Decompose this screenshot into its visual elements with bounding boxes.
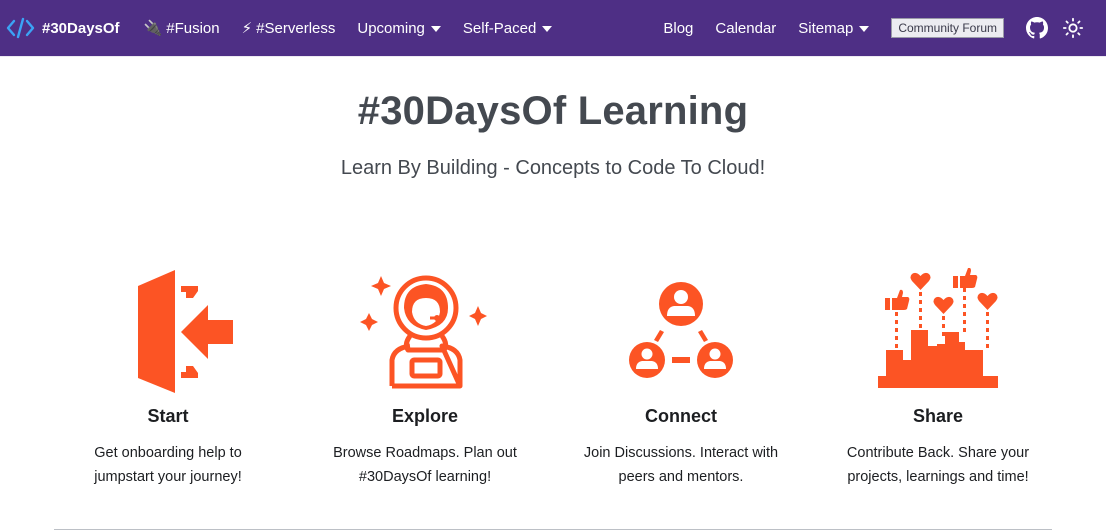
sign-in-door-icon (138, 270, 233, 393)
feature-title: Connect (645, 406, 717, 426)
chevron-down-icon (430, 26, 441, 32)
feature-start: Start Get onboarding help to jumpstart y… (43, 268, 293, 489)
feature-description: Join Discussions. Interact with peers an… (556, 441, 806, 489)
nav-item-blog[interactable]: Blog (663, 20, 693, 37)
social-engagement-icon (878, 268, 998, 388)
feature-desc-line: Contribute Back. Share your (846, 445, 1030, 461)
nav-dropdown-upcoming[interactable]: Upcoming (357, 20, 441, 37)
brand-link[interactable]: #30DaysOf (6, 17, 120, 39)
section-divider (54, 529, 1052, 530)
nav-dropdown-self-paced[interactable]: Self-Paced (462, 19, 553, 37)
feature-share: Share Contribute Back. Share your projec… (813, 268, 1063, 489)
github-icon (1026, 17, 1048, 39)
theme-toggle-button[interactable] (1062, 17, 1100, 39)
feature-desc-line: Get onboarding help to (94, 445, 242, 461)
nav-item-label: #Serverless (256, 19, 336, 37)
page-title: #30DaysOf Learning (357, 89, 749, 133)
community-forum-button[interactable]: Community Forum (891, 18, 1004, 38)
nav-item-label: Self-Paced (462, 19, 537, 37)
nav-item-calendar[interactable]: Calendar (715, 20, 776, 37)
navbar-left: #30DaysOf 🔌 #Fusion ⚡ #Serverless Upcomi… (6, 0, 574, 56)
plug-icon: 🔌 (143, 20, 163, 37)
github-link[interactable] (1026, 17, 1062, 39)
feature-title: Start (147, 406, 189, 426)
sun-icon (1062, 17, 1084, 39)
astronaut-icon (360, 275, 487, 389)
feature-description: Browse Roadmaps. Plan out #30DaysOf lear… (300, 441, 550, 489)
nav-item-label: Upcoming (357, 19, 425, 37)
lightning-icon: ⚡ (241, 20, 253, 37)
feature-connect: Connect Join Discussions. Interact with … (556, 268, 806, 489)
feature-description: Get onboarding help to jumpstart your jo… (43, 441, 293, 489)
nav-item-label: Blog (663, 19, 694, 37)
feature-desc-line: #30DaysOf learning! (358, 469, 492, 485)
feature-title: Explore (391, 406, 459, 426)
nav-item-fusion[interactable]: 🔌 #Fusion (143, 19, 220, 38)
chevron-down-icon (542, 26, 553, 32)
feature-title: Share (912, 406, 964, 426)
top-navbar: #30DaysOf 🔌 #Fusion ⚡ #Serverless Upcomi… (0, 0, 1106, 57)
nav-dropdown-sitemap[interactable]: Sitemap (798, 19, 870, 37)
feature-desc-line: jumpstart your journey! (94, 469, 242, 485)
features-section: Start Get onboarding help to jumpstart y… (0, 266, 1106, 506)
network-people-icon (629, 282, 733, 378)
page-subtitle: Learn By Building - Concepts to Code To … (340, 157, 766, 179)
feature-desc-line: Browse Roadmaps. Plan out (333, 445, 517, 461)
nav-item-label: Calendar (715, 19, 777, 37)
feature-explore: Explore Browse Roadmaps. Plan out #30Day… (300, 268, 550, 489)
nav-item-serverless[interactable]: ⚡ #Serverless (241, 19, 336, 38)
chevron-down-icon (859, 26, 870, 32)
brand-title: #30DaysOf (42, 19, 120, 37)
feature-desc-line: peers and mentors. (618, 469, 744, 485)
nav-item-label: Sitemap (798, 19, 854, 37)
navbar-right: Blog Calendar Sitemap Community Forum (663, 0, 1100, 56)
nav-item-label: #Fusion (166, 19, 220, 37)
code-brackets-icon (6, 17, 35, 39)
feature-desc-line: Join Discussions. Interact with (583, 445, 779, 461)
feature-description: Contribute Back. Share your projects, le… (813, 441, 1063, 489)
hero-section: #30DaysOf Learning Learn By Building - C… (0, 57, 1106, 180)
feature-desc-line: projects, learnings and time! (847, 469, 1029, 485)
